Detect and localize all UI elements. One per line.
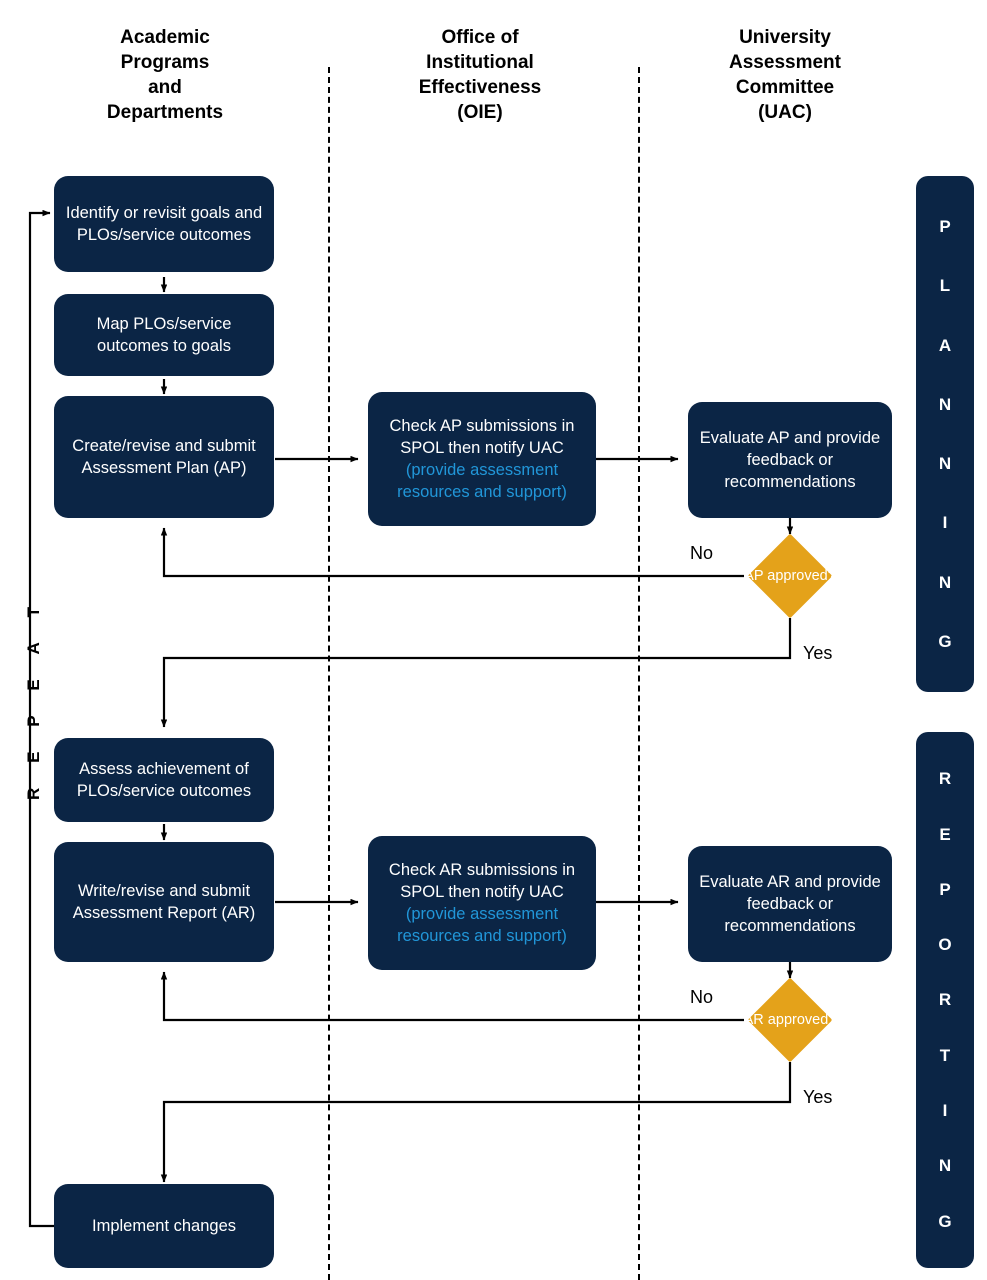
- repeat-loop-label: R E P E A T: [24, 601, 43, 800]
- edge-label-ap-yes: Yes: [803, 643, 833, 663]
- node-evaluate-ar-label: Evaluate AR and provide feedback or reco…: [699, 873, 881, 935]
- node-check-ap-label: Check AP submissions in SPOL then notify…: [389, 417, 575, 457]
- node-write-ar[interactable]: Write/revise and submit Assessment Repor…: [54, 842, 274, 962]
- node-evaluate-ar[interactable]: Evaluate AR and provide feedback or reco…: [688, 846, 892, 962]
- column-header-uac: University Assessment Committee (UAC): [729, 27, 841, 123]
- node-map-plos[interactable]: Map PLOs/service outcomes to goals: [54, 294, 274, 376]
- node-evaluate-ap[interactable]: Evaluate AP and provide feedback or reco…: [688, 402, 892, 518]
- edge-label-ar-no: No: [690, 987, 714, 1007]
- node-implement-changes[interactable]: Implement changes: [54, 1184, 274, 1268]
- node-check-ar[interactable]: Check AR submissions in SPOL then notify…: [368, 836, 596, 970]
- lane-separator-2: [638, 67, 640, 1280]
- lane-separator-1: [328, 67, 330, 1280]
- phase-letter: G: [938, 1211, 952, 1231]
- node-check-ar-label: Check AR submissions in SPOL then notify…: [388, 861, 576, 901]
- node-write-ar-label: Write/revise and submit Assessment Repor…: [72, 882, 256, 922]
- node-create-ap-label: Create/revise and submit Assessment Plan…: [72, 437, 256, 477]
- node-identify-goals[interactable]: Identify or revisit goals and PLOs/servi…: [54, 176, 274, 272]
- edge-label-ar-yes: Yes: [803, 1087, 833, 1107]
- phase-letter: R: [938, 769, 952, 789]
- phase-letter: O: [938, 935, 952, 955]
- phase-letter: P: [939, 217, 951, 237]
- phase-letter: N: [938, 454, 952, 474]
- node-map-plos-label: Map PLOs/service outcomes to goals: [96, 315, 232, 355]
- node-check-ap[interactable]: Check AP submissions in SPOL then notify…: [368, 392, 596, 526]
- node-implement-changes-label: Implement changes: [92, 1217, 236, 1235]
- phase-letter: T: [939, 1045, 951, 1065]
- node-check-ar-sublabel: (provide assessment resources and suppor…: [397, 905, 567, 945]
- phase-letter: I: [942, 513, 948, 533]
- edge-label-ap-no: No: [690, 543, 714, 563]
- decision-ap-approved-shape[interactable]: [747, 533, 833, 619]
- phase-letter: N: [938, 572, 952, 592]
- node-create-ap[interactable]: Create/revise and submit Assessment Plan…: [54, 396, 274, 518]
- phase-letter: R: [938, 990, 952, 1010]
- phase-letter: N: [938, 394, 952, 414]
- node-evaluate-ap-label: Evaluate AP and provide feedback or reco…: [699, 429, 881, 491]
- phase-banner-planning: P L A N N I N G: [916, 176, 974, 692]
- node-check-ap-sublabel: (provide assessment resources and suppor…: [397, 461, 567, 501]
- node-identify-goals-label: Identify or revisit goals and PLOs/servi…: [65, 204, 263, 244]
- phase-letter: L: [939, 276, 951, 296]
- phase-letter: E: [939, 824, 951, 844]
- phase-letter: I: [942, 1101, 948, 1121]
- node-assess-achievement-label: Assess achievement of PLOs/service outco…: [76, 760, 252, 800]
- node-assess-achievement[interactable]: Assess achievement of PLOs/service outco…: [54, 738, 274, 822]
- phase-letter: A: [938, 335, 952, 355]
- phase-banner-reporting: R E P O R T I N G: [916, 732, 974, 1268]
- phase-letter: G: [938, 631, 952, 651]
- phase-letter: N: [938, 1156, 952, 1176]
- column-header-oie: Office of Institutional Effectiveness (O…: [418, 27, 542, 123]
- flowchart-canvas: Academic Programs and Departments Office…: [0, 0, 987, 1280]
- decision-ar-approved-shape[interactable]: [747, 977, 833, 1063]
- column-header-academic: Academic Programs and Departments: [106, 27, 224, 123]
- phase-letter: P: [939, 879, 951, 899]
